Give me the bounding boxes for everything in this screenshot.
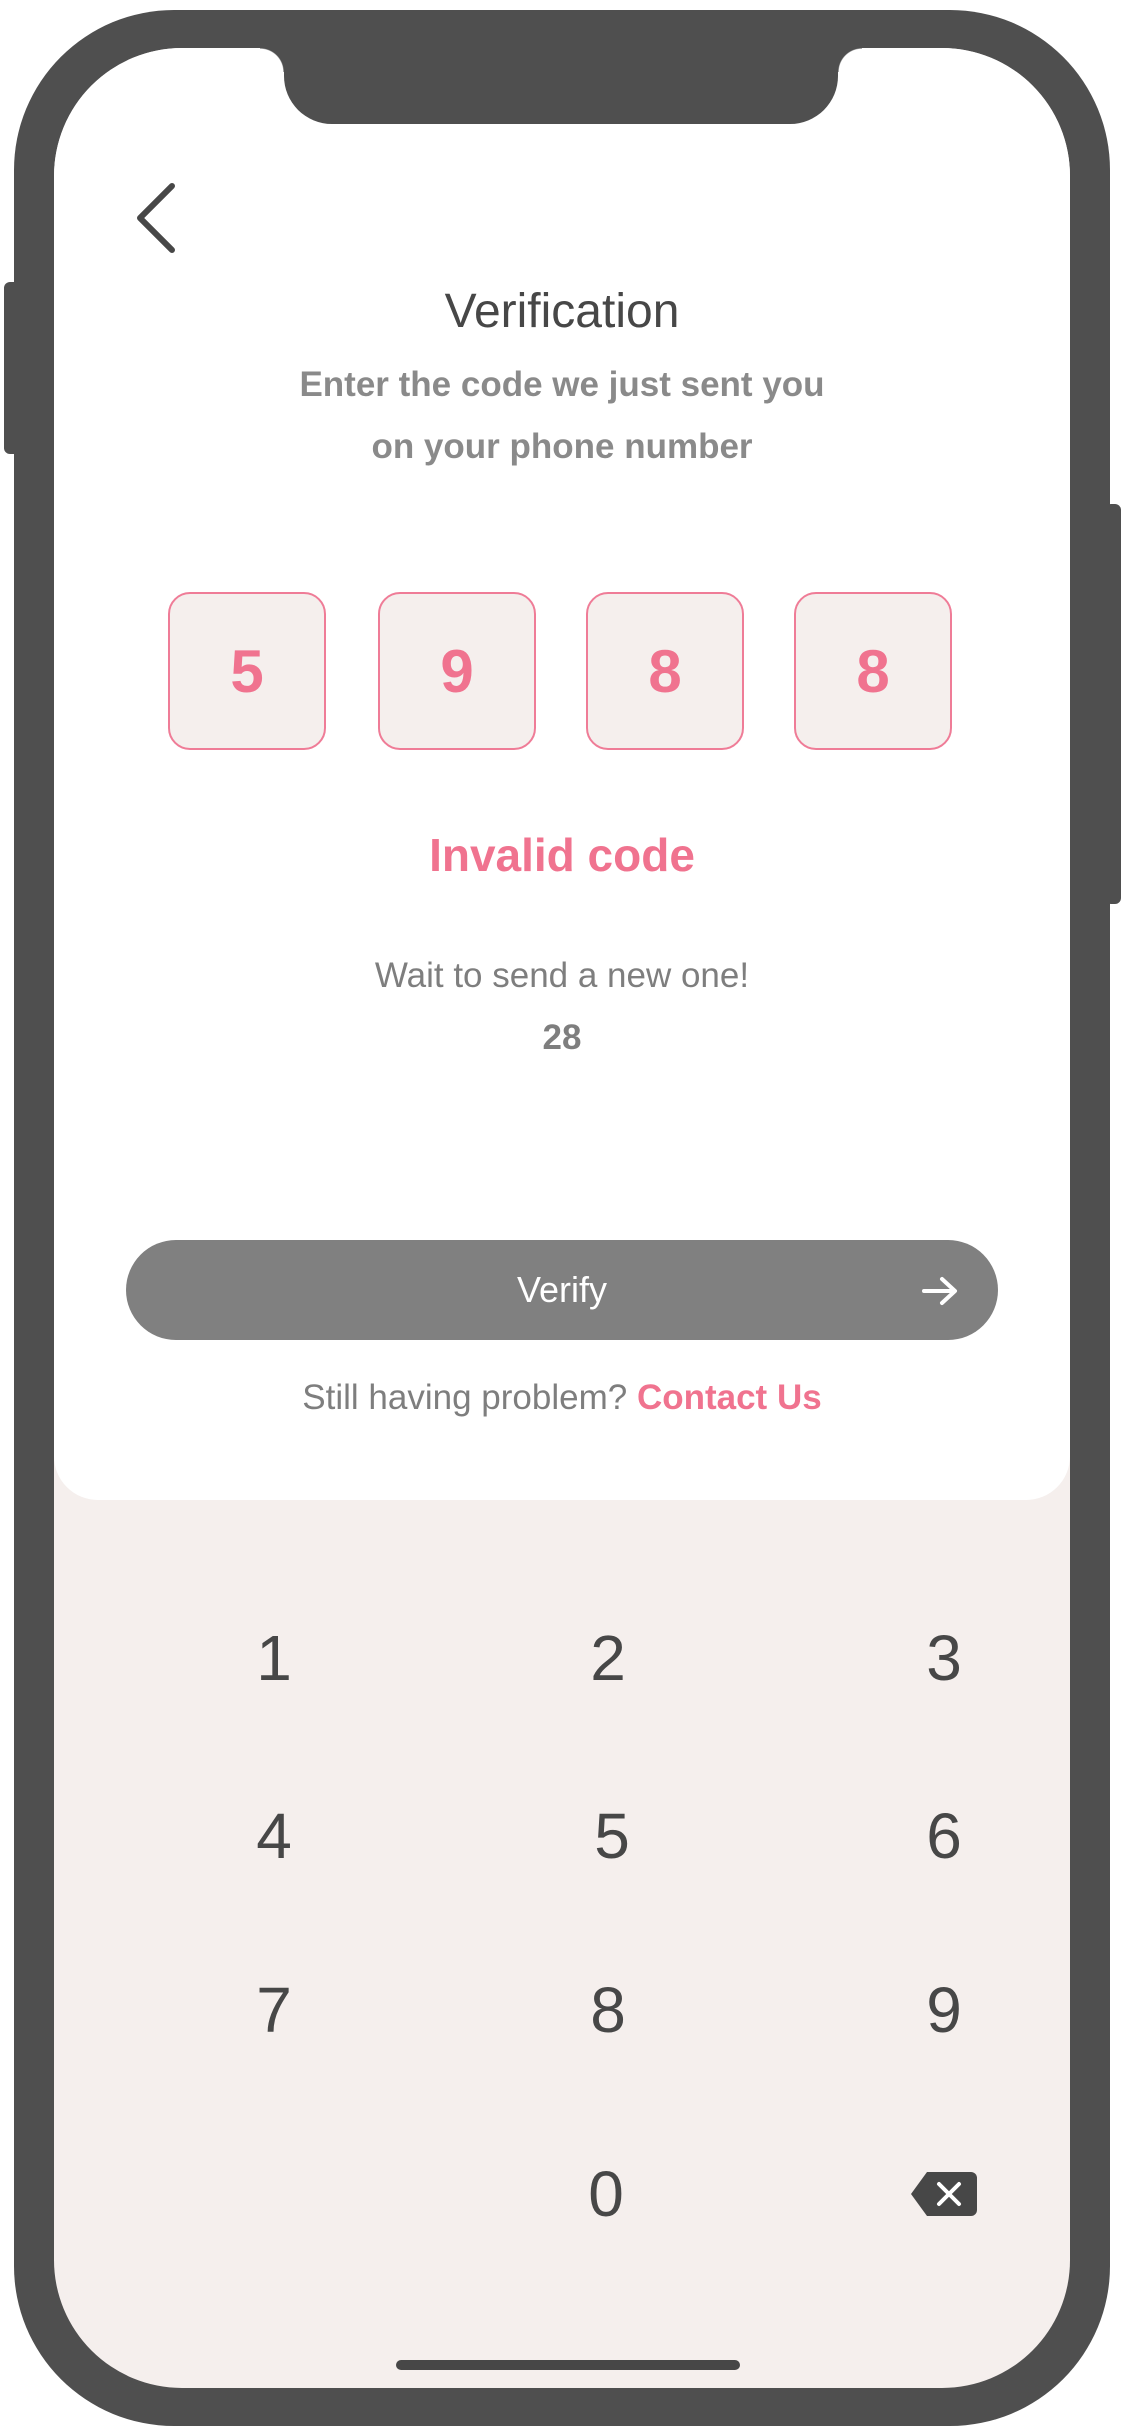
keypad-key-9[interactable]: 9 [844,1950,1044,2070]
subtitle-line-1: Enter the code we just sent you [299,365,825,404]
keypad-key-6[interactable]: 6 [844,1776,1044,1896]
code-input-group: 5 9 8 8 [168,592,956,752]
verification-card: Verification Enter the code we just sent… [54,48,1070,1500]
code-digit-box-3[interactable]: 8 [586,592,744,750]
home-indicator[interactable] [396,2360,740,2370]
resend-wait-text: Wait to send a new one! [374,956,750,995]
help-line: Still having problem? Contact Us [54,1378,1070,1418]
keypad-key-2[interactable]: 2 [508,1598,708,1718]
verify-button[interactable]: Verify [126,1240,998,1340]
contact-us-link[interactable]: Contact Us [637,1378,822,1417]
arrow-right-icon [922,1277,957,1305]
keypad-key-4[interactable]: 4 [174,1776,374,1896]
phone-notch [260,48,862,124]
phone-screen: Verification Enter the code we just sent… [54,48,1070,2388]
code-digit-box-1[interactable]: 5 [168,592,326,750]
keypad-key-3[interactable]: 3 [844,1598,1044,1718]
back-button[interactable] [120,178,200,258]
page-subtitle: Enter the code we just sent you on your … [262,354,862,478]
error-message: Invalid code [429,829,695,881]
chevron-left-icon [137,183,175,253]
keypad-key-0[interactable]: 0 [506,2134,706,2254]
backspace-icon [911,2172,977,2216]
code-digit-box-4[interactable]: 8 [794,592,952,750]
keypad-key-1[interactable]: 1 [174,1598,374,1718]
keypad-key-7[interactable]: 7 [174,1950,374,2070]
resend-countdown: 28 [542,1018,582,1057]
keypad-key-5[interactable]: 5 [512,1776,712,1896]
verify-button-label: Verify [516,1269,608,1310]
subtitle-line-2: on your phone number [371,427,753,466]
page-title: Verification [444,285,680,338]
code-digit-box-2[interactable]: 9 [378,592,536,750]
help-prompt: Still having problem? [302,1378,628,1417]
backspace-key[interactable] [844,2134,1044,2254]
keypad-key-8[interactable]: 8 [508,1950,708,2070]
